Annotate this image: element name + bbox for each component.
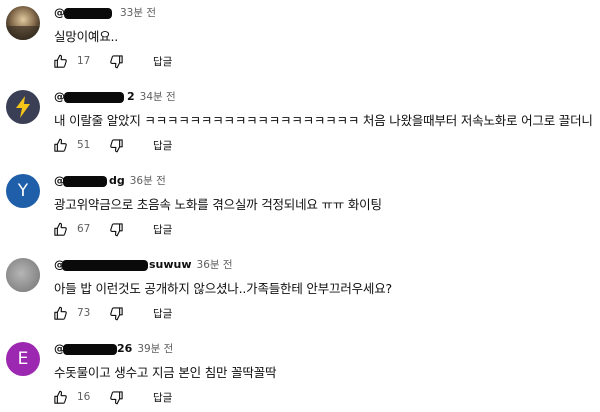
- avatar[interactable]: [6, 6, 40, 40]
- comment-text: 광고위약금으로 초음속 노화를 겪으실까 걱정되네요 ㅠㅠ 화이팅: [54, 197, 382, 212]
- comment-time[interactable]: 33분 전: [120, 5, 156, 20]
- reply-button[interactable]: 답글: [153, 306, 172, 321]
- like-count: 51: [77, 139, 91, 151]
- comment-actions: 67 답글: [51, 220, 172, 238]
- redaction-mark: [63, 175, 107, 187]
- redaction-mark: [62, 259, 148, 271]
- avatar[interactable]: Y: [6, 174, 40, 208]
- avatar[interactable]: [6, 90, 40, 124]
- like-icon[interactable]: [51, 220, 69, 238]
- author-handle[interactable]: @2: [54, 90, 135, 103]
- reply-button[interactable]: 답글: [153, 390, 172, 405]
- avatar[interactable]: E: [6, 342, 40, 376]
- avatar-letter: E: [17, 349, 29, 369]
- comment-meta: @ 33분 전: [54, 4, 156, 20]
- lightning-icon: [16, 96, 30, 118]
- comment-time[interactable]: 39분 전: [137, 341, 173, 356]
- redaction-mark: [64, 91, 124, 103]
- reply-button[interactable]: 답글: [153, 54, 172, 69]
- comment-text: 아들 밥 이런것도 공개하지 않으셨나..가족들한테 안부끄러우세요?: [54, 281, 392, 296]
- comment-meta: @2 34분 전: [54, 88, 176, 104]
- comment-actions: 51 답글: [51, 136, 172, 154]
- like-icon[interactable]: [51, 136, 69, 154]
- comment-actions: 16 답글: [51, 388, 172, 406]
- comment-text: 수돗물이고 생수고 지금 본인 침만 꼴딱꼴딱: [54, 365, 277, 380]
- comment-list: @ 33분 전 실망이예요.. 17 답글 @ 2 34분 전 내 이랄줄 알았…: [0, 0, 600, 412]
- avatar-photo: [6, 258, 40, 292]
- dislike-icon[interactable]: [107, 304, 125, 322]
- dislike-icon[interactable]: [107, 136, 125, 154]
- author-handle[interactable]: @26: [54, 342, 132, 355]
- dislike-icon[interactable]: [107, 388, 125, 406]
- dislike-icon[interactable]: [107, 220, 125, 238]
- comment-text: 실망이예요..: [54, 29, 119, 44]
- redaction-mark: [63, 343, 117, 355]
- avatar[interactable]: [6, 258, 40, 292]
- comment-text: 내 이랄줄 알았지 ㅋㅋㅋㅋㅋㅋㅋㅋㅋㅋㅋㅋㅋㅋㅋㅋㅋㅋㅋ 처음 나왔을때부터 …: [54, 113, 593, 128]
- redaction-mark: [64, 7, 112, 19]
- like-count: 16: [77, 391, 91, 403]
- like-count: 73: [77, 307, 91, 319]
- reply-button[interactable]: 답글: [153, 138, 172, 153]
- comment-meta: @ dg 36분 전: [54, 172, 166, 188]
- comment-time[interactable]: 36분 전: [197, 257, 233, 272]
- author-handle[interactable]: @ dg: [54, 174, 125, 187]
- comment-time[interactable]: 34분 전: [140, 89, 176, 104]
- author-handle[interactable]: @ suwuw: [54, 258, 192, 271]
- comment-time[interactable]: 36분 전: [130, 173, 166, 188]
- avatar-letter: Y: [17, 181, 29, 201]
- reply-button[interactable]: 답글: [153, 222, 172, 237]
- author-handle[interactable]: @: [54, 6, 115, 19]
- like-count: 17: [77, 55, 91, 67]
- like-icon[interactable]: [51, 388, 69, 406]
- avatar-photo: [6, 6, 40, 40]
- dislike-icon[interactable]: [107, 52, 125, 70]
- comment-actions: 73 답글: [51, 304, 172, 322]
- comment-actions: 17 답글: [51, 52, 172, 70]
- like-count: 67: [77, 223, 91, 235]
- comment-meta: @26 39분 전: [54, 340, 173, 356]
- like-icon[interactable]: [51, 52, 69, 70]
- like-icon[interactable]: [51, 304, 69, 322]
- comment-meta: @ suwuw 36분 전: [54, 256, 233, 272]
